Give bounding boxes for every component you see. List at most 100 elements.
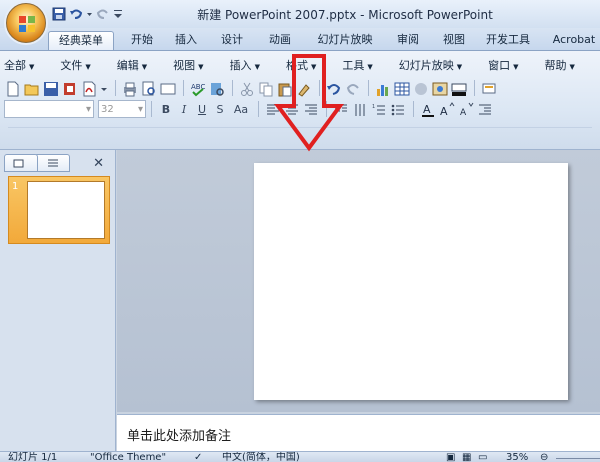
window-title: 新建 PowerPoint 2007.pptx - Microsoft Powe… <box>197 8 493 22</box>
tab-acrobat[interactable]: Acrobat <box>548 31 600 50</box>
acrobat-icon[interactable] <box>80 80 96 97</box>
tab-animation[interactable]: 动画 <box>260 31 300 50</box>
tab-outline[interactable] <box>34 154 70 172</box>
cut-icon[interactable] <box>238 80 254 96</box>
spelling-icon[interactable]: ABC <box>189 80 205 97</box>
menu-slideshow[interactable]: 幻灯片放映 ▼ <box>399 57 462 73</box>
toolbar-separator <box>151 101 152 117</box>
undo-icon[interactable] <box>69 7 83 21</box>
svg-text:A: A <box>440 105 448 118</box>
menu-view[interactable]: 视图 ▼ <box>173 57 203 73</box>
save-icon[interactable] <box>52 7 66 21</box>
panel-tabs: ✕ <box>4 154 112 172</box>
customize-qat-icon[interactable] <box>113 7 123 21</box>
normal-view-icon[interactable]: ▣ <box>446 452 455 462</box>
toolbar-separator <box>232 80 233 96</box>
toolbar-separator <box>183 80 184 96</box>
print-preview-icon[interactable] <box>140 80 156 96</box>
tab-review[interactable]: 审阅 <box>388 31 428 50</box>
toolbar-separator <box>474 80 475 96</box>
table-icon[interactable] <box>393 80 410 96</box>
menu-insert[interactable]: 插入 ▼ <box>230 57 260 73</box>
notes-placeholder: 单击此处添加备注 <box>127 429 232 444</box>
slideshow-view-icon[interactable]: ▭ <box>478 452 487 462</box>
underline-button[interactable]: U <box>193 101 211 117</box>
language: 中文(简体，中国) <box>222 452 300 462</box>
title-bar: 新建 PowerPoint 2007.pptx - Microsoft Powe… <box>0 0 600 28</box>
redo-icon[interactable] <box>96 7 110 21</box>
numbering-icon[interactable]: 1 <box>370 101 386 117</box>
font-name-combo[interactable]: ▾ <box>4 100 94 118</box>
open-icon[interactable] <box>23 80 39 96</box>
permission-icon[interactable] <box>61 80 77 96</box>
save-icon[interactable] <box>42 80 58 96</box>
powerpoint-window: 新建 PowerPoint 2007.pptx - Microsoft Powe… <box>0 0 600 462</box>
slide-info: 幻灯片 1/1 <box>8 452 58 462</box>
copy-icon[interactable] <box>257 80 273 97</box>
toolbar-separator <box>413 101 414 117</box>
chevron-down-icon: ▾ <box>85 103 91 115</box>
tab-slideshow[interactable]: 幻灯片放映 <box>310 31 380 50</box>
print-icon[interactable] <box>121 80 137 97</box>
spell-check-icon[interactable]: ✓ <box>194 452 202 462</box>
redo-icon[interactable] <box>344 80 360 96</box>
slide-number: 1 <box>12 181 19 192</box>
bullets-icon[interactable] <box>389 101 405 117</box>
menu-help[interactable]: 帮助 ▼ <box>545 57 575 73</box>
svg-text:A: A <box>423 103 431 116</box>
fill-color-icon[interactable] <box>450 80 467 96</box>
research-icon[interactable] <box>208 80 224 96</box>
slide-view-icon[interactable] <box>159 80 176 96</box>
chart-icon[interactable] <box>374 80 390 96</box>
new-icon[interactable] <box>4 80 20 97</box>
dropdown-icon[interactable] <box>99 80 107 96</box>
menu-all[interactable]: 全部 ▼ <box>4 57 34 73</box>
text-direction-icon[interactable] <box>351 101 367 117</box>
shape-icon[interactable] <box>412 80 428 96</box>
font-size-value: 32 <box>101 103 114 115</box>
zoom-slider[interactable] <box>556 458 600 459</box>
close-icon[interactable]: ✕ <box>93 156 104 171</box>
tab-insert[interactable]: 插入 <box>166 31 206 50</box>
tab-classic-menu[interactable]: 经典菜单 <box>48 31 114 50</box>
menu-window[interactable]: 窗口 ▼ <box>488 57 518 73</box>
menu-tools[interactable]: 工具 ▼ <box>342 57 372 73</box>
menu-file[interactable]: 文件 ▼ <box>60 57 90 73</box>
tab-developer[interactable]: 开发工具 <box>480 31 536 50</box>
toolbar-separator <box>368 80 369 96</box>
slide-thumbnail-selected[interactable]: 1 <box>8 176 110 244</box>
indent-icon[interactable] <box>476 101 492 117</box>
menu-edit[interactable]: 编辑 ▼ <box>117 57 147 73</box>
theme-name: "Office Theme" <box>90 452 167 462</box>
tab-slides[interactable] <box>4 154 38 172</box>
bold-button[interactable]: B <box>157 101 175 117</box>
chevron-down-icon: ▾ <box>137 103 143 115</box>
font-color-icon[interactable]: A <box>419 101 435 117</box>
zoom-out-icon[interactable]: ⊖ <box>540 452 548 462</box>
red-arrow-annotation <box>274 54 344 152</box>
office-button[interactable] <box>6 3 46 43</box>
tab-home[interactable]: 开始 <box>122 31 162 50</box>
notes-pane[interactable]: 单击此处添加备注 <box>117 414 600 451</box>
status-bar: 幻灯片 1/1 "Office Theme" ✓ 中文(简体，中国) ▣ ▦ ▭… <box>0 451 600 462</box>
font-size-combo[interactable]: 32 ▾ <box>98 100 146 118</box>
slide-thumbnail[interactable] <box>27 181 105 239</box>
shadow-button[interactable]: S <box>211 101 229 117</box>
toolbar-separator <box>115 80 116 96</box>
new-slide-icon[interactable] <box>480 80 496 96</box>
slide-canvas[interactable] <box>254 163 568 400</box>
standard-toolbar: ABC <box>4 79 499 97</box>
picture-icon[interactable] <box>431 80 448 96</box>
sorter-view-icon[interactable]: ▦ <box>462 452 471 462</box>
toolbar-separator <box>258 101 259 117</box>
increase-font-icon[interactable]: A <box>438 101 455 118</box>
tab-view[interactable]: 视图 <box>434 31 474 50</box>
ribbon-tabs: 经典菜单 开始 插入 设计 动画 幻灯片放映 审阅 视图 开发工具 Acroba… <box>0 28 600 50</box>
italic-button[interactable]: I <box>175 101 193 117</box>
svg-text:A: A <box>460 108 467 118</box>
change-case-button[interactable]: Aa <box>229 101 253 117</box>
decrease-font-icon[interactable]: A <box>457 101 474 118</box>
quick-access-toolbar <box>52 6 123 22</box>
tab-design[interactable]: 设计 <box>212 31 252 50</box>
undo-dropdown-icon[interactable] <box>86 7 93 21</box>
